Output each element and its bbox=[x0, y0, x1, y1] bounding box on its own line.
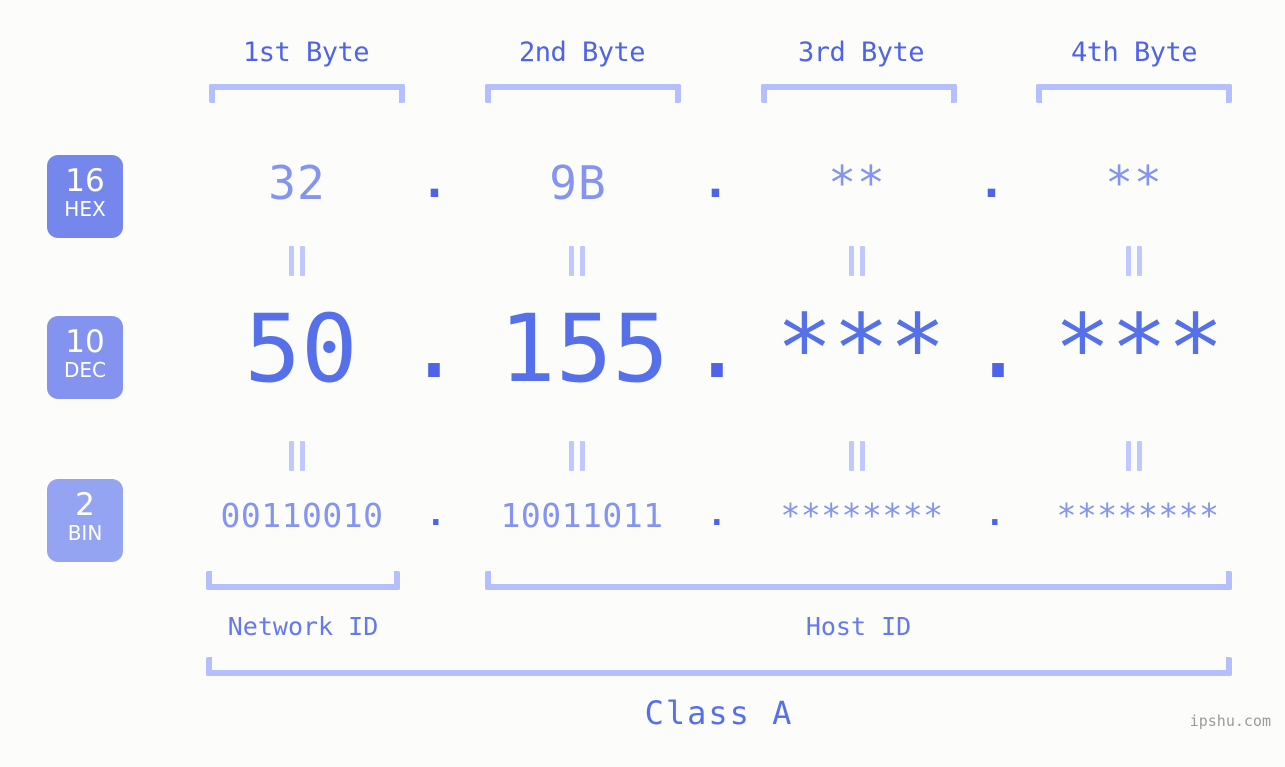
dec-octet-3: *** bbox=[776, 295, 946, 404]
dec-octet-4: *** bbox=[1054, 295, 1224, 404]
dec-separator-1: . bbox=[405, 291, 463, 400]
bin-octet-4: ******** bbox=[1056, 496, 1220, 535]
watermark: ipshu.com bbox=[1189, 712, 1271, 730]
equals-mark-hex-dec-2 bbox=[569, 246, 585, 276]
radix-badge-dec-name: DEC bbox=[63, 358, 106, 382]
network-id-bracket bbox=[206, 571, 400, 590]
class-bracket bbox=[206, 657, 1232, 676]
radix-badge-hex-name: HEX bbox=[64, 197, 106, 221]
ip-address-breakdown-diagram: 1st Byte 2nd Byte 3rd Byte 4th Byte 16 H… bbox=[0, 0, 1285, 767]
radix-badge-bin-number: 2 bbox=[75, 487, 95, 523]
class-label: Class A bbox=[644, 694, 794, 732]
radix-badge-bin-name: BIN bbox=[67, 521, 103, 545]
hex-octet-2: 9B bbox=[549, 156, 607, 210]
bin-separator-2: . bbox=[706, 494, 728, 533]
bin-octet-2: 10011011 bbox=[500, 496, 664, 535]
bin-octet-3: ******** bbox=[780, 496, 944, 535]
equals-mark-dec-bin-3 bbox=[849, 441, 865, 471]
dec-separator-2: . bbox=[688, 291, 746, 400]
radix-badge-hex-number: 16 bbox=[65, 163, 105, 199]
radix-badge-bin: 2 BIN bbox=[47, 479, 123, 562]
bin-separator-3: . bbox=[984, 494, 1006, 533]
dec-octet-1: 50 bbox=[244, 295, 358, 404]
byte-bracket-1 bbox=[209, 84, 405, 103]
equals-mark-dec-bin-4 bbox=[1126, 441, 1142, 471]
hex-octet-4: ** bbox=[1105, 156, 1163, 210]
host-id-bracket bbox=[485, 571, 1232, 590]
hex-separator-3: . bbox=[977, 154, 1007, 208]
byte-header-2: 2nd Byte bbox=[518, 37, 646, 68]
byte-bracket-2 bbox=[485, 84, 681, 103]
radix-badge-dec-number: 10 bbox=[65, 324, 105, 360]
hex-separator-2: . bbox=[701, 154, 731, 208]
byte-bracket-3 bbox=[761, 84, 957, 103]
radix-badge-dec: 10 DEC bbox=[47, 316, 123, 399]
equals-mark-dec-bin-2 bbox=[569, 441, 585, 471]
equals-mark-hex-dec-4 bbox=[1126, 246, 1142, 276]
hex-separator-1: . bbox=[420, 154, 450, 208]
host-id-label: Host ID bbox=[805, 612, 912, 641]
byte-bracket-4 bbox=[1036, 84, 1232, 103]
equals-mark-hex-dec-1 bbox=[289, 246, 305, 276]
equals-mark-dec-bin-1 bbox=[289, 441, 305, 471]
radix-badge-hex: 16 HEX bbox=[47, 155, 123, 238]
dec-octet-2: 155 bbox=[499, 295, 669, 404]
network-id-label: Network ID bbox=[227, 612, 379, 641]
byte-header-3: 3rd Byte bbox=[797, 37, 925, 68]
byte-header-1: 1st Byte bbox=[242, 37, 370, 68]
hex-octet-1: 32 bbox=[268, 156, 326, 210]
equals-mark-hex-dec-3 bbox=[849, 246, 865, 276]
bin-separator-1: . bbox=[425, 494, 447, 533]
hex-octet-3: ** bbox=[828, 156, 886, 210]
byte-header-4: 4th Byte bbox=[1070, 37, 1198, 68]
bin-octet-1: 00110010 bbox=[220, 496, 384, 535]
